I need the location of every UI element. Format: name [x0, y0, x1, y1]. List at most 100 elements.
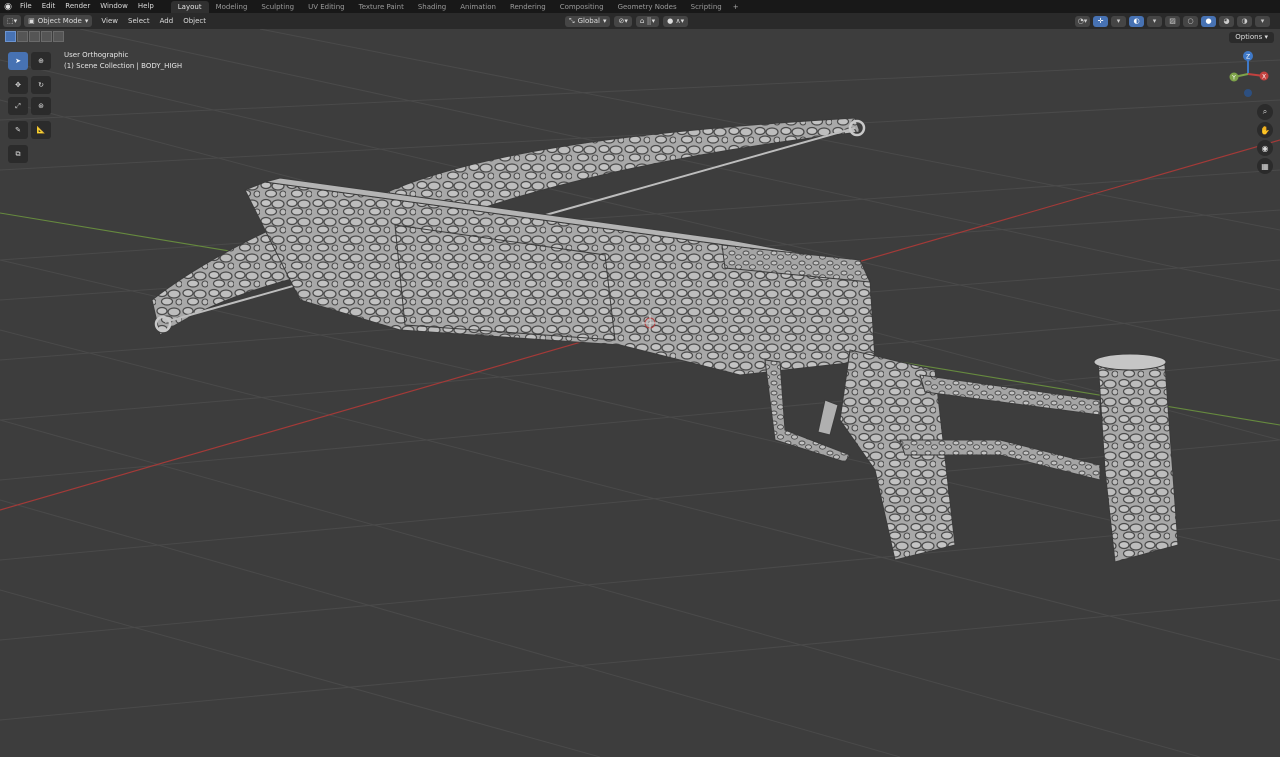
transform-tools: ⤡ Global ▾ ⊘▾ ⌂ ⣿▾ ● ∧▾	[565, 13, 689, 29]
annotate-tool[interactable]: ✎	[8, 121, 28, 139]
crossbow-mesh	[151, 117, 1179, 563]
rotate-tool[interactable]: ↻	[31, 76, 51, 94]
navigation-gizmo[interactable]: Z X Y	[1224, 50, 1274, 100]
gizmo-z-label: Z	[1246, 54, 1250, 61]
3d-viewport[interactable]: User Orthographic (1) Scene Collection |…	[0, 29, 1280, 757]
chevron-down-icon: ▾	[84, 17, 89, 25]
measure-tool[interactable]: 📐	[31, 121, 51, 139]
viewport-info: User Orthographic (1) Scene Collection |…	[64, 50, 182, 72]
camera-view-button[interactable]: ◉	[1257, 140, 1273, 156]
menu-edit[interactable]: Edit	[37, 0, 61, 13]
proportional-icon: ● ∧▾	[667, 17, 685, 25]
menu-window[interactable]: Window	[95, 0, 133, 13]
options-dropdown[interactable]: Options ▾	[1229, 32, 1274, 43]
gizmo-y-label: Y	[1231, 75, 1236, 82]
object-mode-icon: ▣	[28, 17, 35, 25]
cursor-tool[interactable]: ⊕	[31, 52, 51, 70]
menu-object[interactable]: Object	[178, 17, 211, 25]
select-box-icon: ➤	[15, 57, 21, 65]
gizmo-toggle[interactable]: ✛	[1093, 15, 1108, 27]
transform-icon: ⊛	[38, 102, 44, 110]
pan-button[interactable]: ✋	[1257, 122, 1273, 138]
tab-shading[interactable]: Shading	[411, 1, 453, 13]
workspace-tabs: Layout Modeling Sculpting UV Editing Tex…	[170, 0, 743, 13]
orientation-icon: ⤡	[569, 16, 575, 25]
zoom-button[interactable]: ⌕	[1257, 104, 1273, 120]
tab-uv-editing[interactable]: UV Editing	[301, 1, 352, 13]
menu-view[interactable]: View	[96, 17, 123, 25]
rendered-sphere-icon: ◑	[1241, 17, 1248, 25]
viewport-menus: View Select Add Object	[96, 17, 211, 25]
editor-type-icon: ⬚▾	[7, 17, 18, 25]
tab-compositing[interactable]: Compositing	[553, 1, 611, 13]
shading-dropdown[interactable]: ▾	[1255, 15, 1270, 27]
blender-logo-icon[interactable]: ◉	[1, 0, 15, 13]
chevron-down-icon: ▾	[1152, 17, 1157, 25]
tab-texture-paint[interactable]: Texture Paint	[352, 1, 411, 13]
mode-label: Object Mode	[37, 17, 82, 25]
tab-scripting[interactable]: Scripting	[684, 1, 729, 13]
pivot-icon: ⊘▾	[618, 17, 628, 25]
overlay-dropdown[interactable]: ▾	[1147, 15, 1162, 27]
tab-geometry-nodes[interactable]: Geometry Nodes	[611, 1, 684, 13]
overlay-icon: ◐	[1133, 17, 1140, 25]
tab-animation[interactable]: Animation	[453, 1, 503, 13]
overlay-toggle[interactable]: ◐	[1129, 15, 1144, 27]
orientation-dropdown[interactable]: ⤡ Global ▾	[565, 15, 611, 27]
viewport-display-tools: ◔▾ ✛ ▾ ◐ ▾ ▨ ○ ● ◕ ◑ ▾	[1075, 13, 1270, 29]
gizmo-icon: ✛	[1097, 17, 1104, 25]
add-cube-icon: ⧉	[15, 149, 21, 158]
add-cube-tool[interactable]: ⧉	[8, 145, 28, 163]
tab-modeling[interactable]: Modeling	[209, 1, 255, 13]
editor-type-button[interactable]: ⬚▾	[3, 15, 22, 27]
rotate-icon: ↻	[38, 81, 44, 89]
top-bar: ◉ File Edit Render Window Help Layout Mo…	[0, 0, 1280, 13]
select-box-tool[interactable]: ➤	[8, 52, 28, 70]
annotate-icon: ✎	[15, 126, 21, 134]
tab-sculpting[interactable]: Sculpting	[254, 1, 301, 13]
eye-icon: ◔▾	[1077, 17, 1088, 25]
move-icon: ✥	[15, 81, 21, 89]
shading-wireframe[interactable]: ○	[1183, 15, 1198, 27]
orientation-label: Global	[577, 17, 600, 25]
wireframe-icon: ○	[1187, 17, 1194, 25]
snap-icon: ⌂ ⣿▾	[639, 17, 656, 25]
chevron-down-icon: ▾	[1116, 17, 1121, 25]
main-menu: File Edit Render Window Help	[15, 0, 159, 13]
gizmo-x-label: X	[1262, 74, 1266, 81]
menu-render[interactable]: Render	[60, 0, 95, 13]
menu-select[interactable]: Select	[123, 17, 155, 25]
tab-rendering[interactable]: Rendering	[503, 1, 553, 13]
grid-view-icon: ▦	[1261, 161, 1269, 171]
pivot-point-button[interactable]: ⊘▾	[614, 15, 632, 27]
cursor-icon: ⊕	[38, 57, 44, 65]
tab-layout[interactable]: Layout	[170, 0, 209, 13]
camera-icon: ◉	[1261, 143, 1269, 153]
gizmo-dropdown[interactable]: ▾	[1111, 15, 1126, 27]
mode-dropdown[interactable]: ▣ Object Mode ▾	[24, 15, 93, 27]
xray-toggle[interactable]: ▨	[1165, 15, 1180, 27]
shading-material[interactable]: ◕	[1219, 15, 1234, 27]
shading-rendered[interactable]: ◑	[1237, 15, 1252, 27]
chevron-down-icon: ▾	[1260, 17, 1265, 25]
scale-icon: ⤢	[15, 101, 21, 110]
ortho-toggle-button[interactable]: ▦	[1257, 158, 1273, 174]
shading-solid[interactable]: ●	[1201, 15, 1216, 27]
options-label: Options	[1235, 33, 1263, 41]
transform-tool[interactable]: ⊛	[31, 97, 51, 115]
measure-icon: 📐	[36, 126, 46, 134]
material-sphere-icon: ◕	[1223, 17, 1230, 25]
collection-info: (1) Scene Collection | BODY_HIGH	[64, 62, 183, 70]
proportional-edit-button[interactable]: ● ∧▾	[663, 15, 689, 27]
chevron-down-icon: ▾	[602, 17, 607, 25]
zoom-icon: ⌕	[1262, 107, 1268, 116]
snap-button[interactable]: ⌂ ⣿▾	[635, 15, 660, 27]
move-tool[interactable]: ✥	[8, 76, 28, 94]
menu-file[interactable]: File	[15, 0, 37, 13]
scene-canvas[interactable]	[0, 29, 1280, 757]
visibility-button[interactable]: ◔▾	[1075, 15, 1090, 27]
menu-add[interactable]: Add	[155, 17, 179, 25]
scale-tool[interactable]: ⤢	[8, 97, 28, 115]
add-workspace-button[interactable]: +	[729, 1, 743, 13]
menu-help[interactable]: Help	[133, 0, 159, 13]
